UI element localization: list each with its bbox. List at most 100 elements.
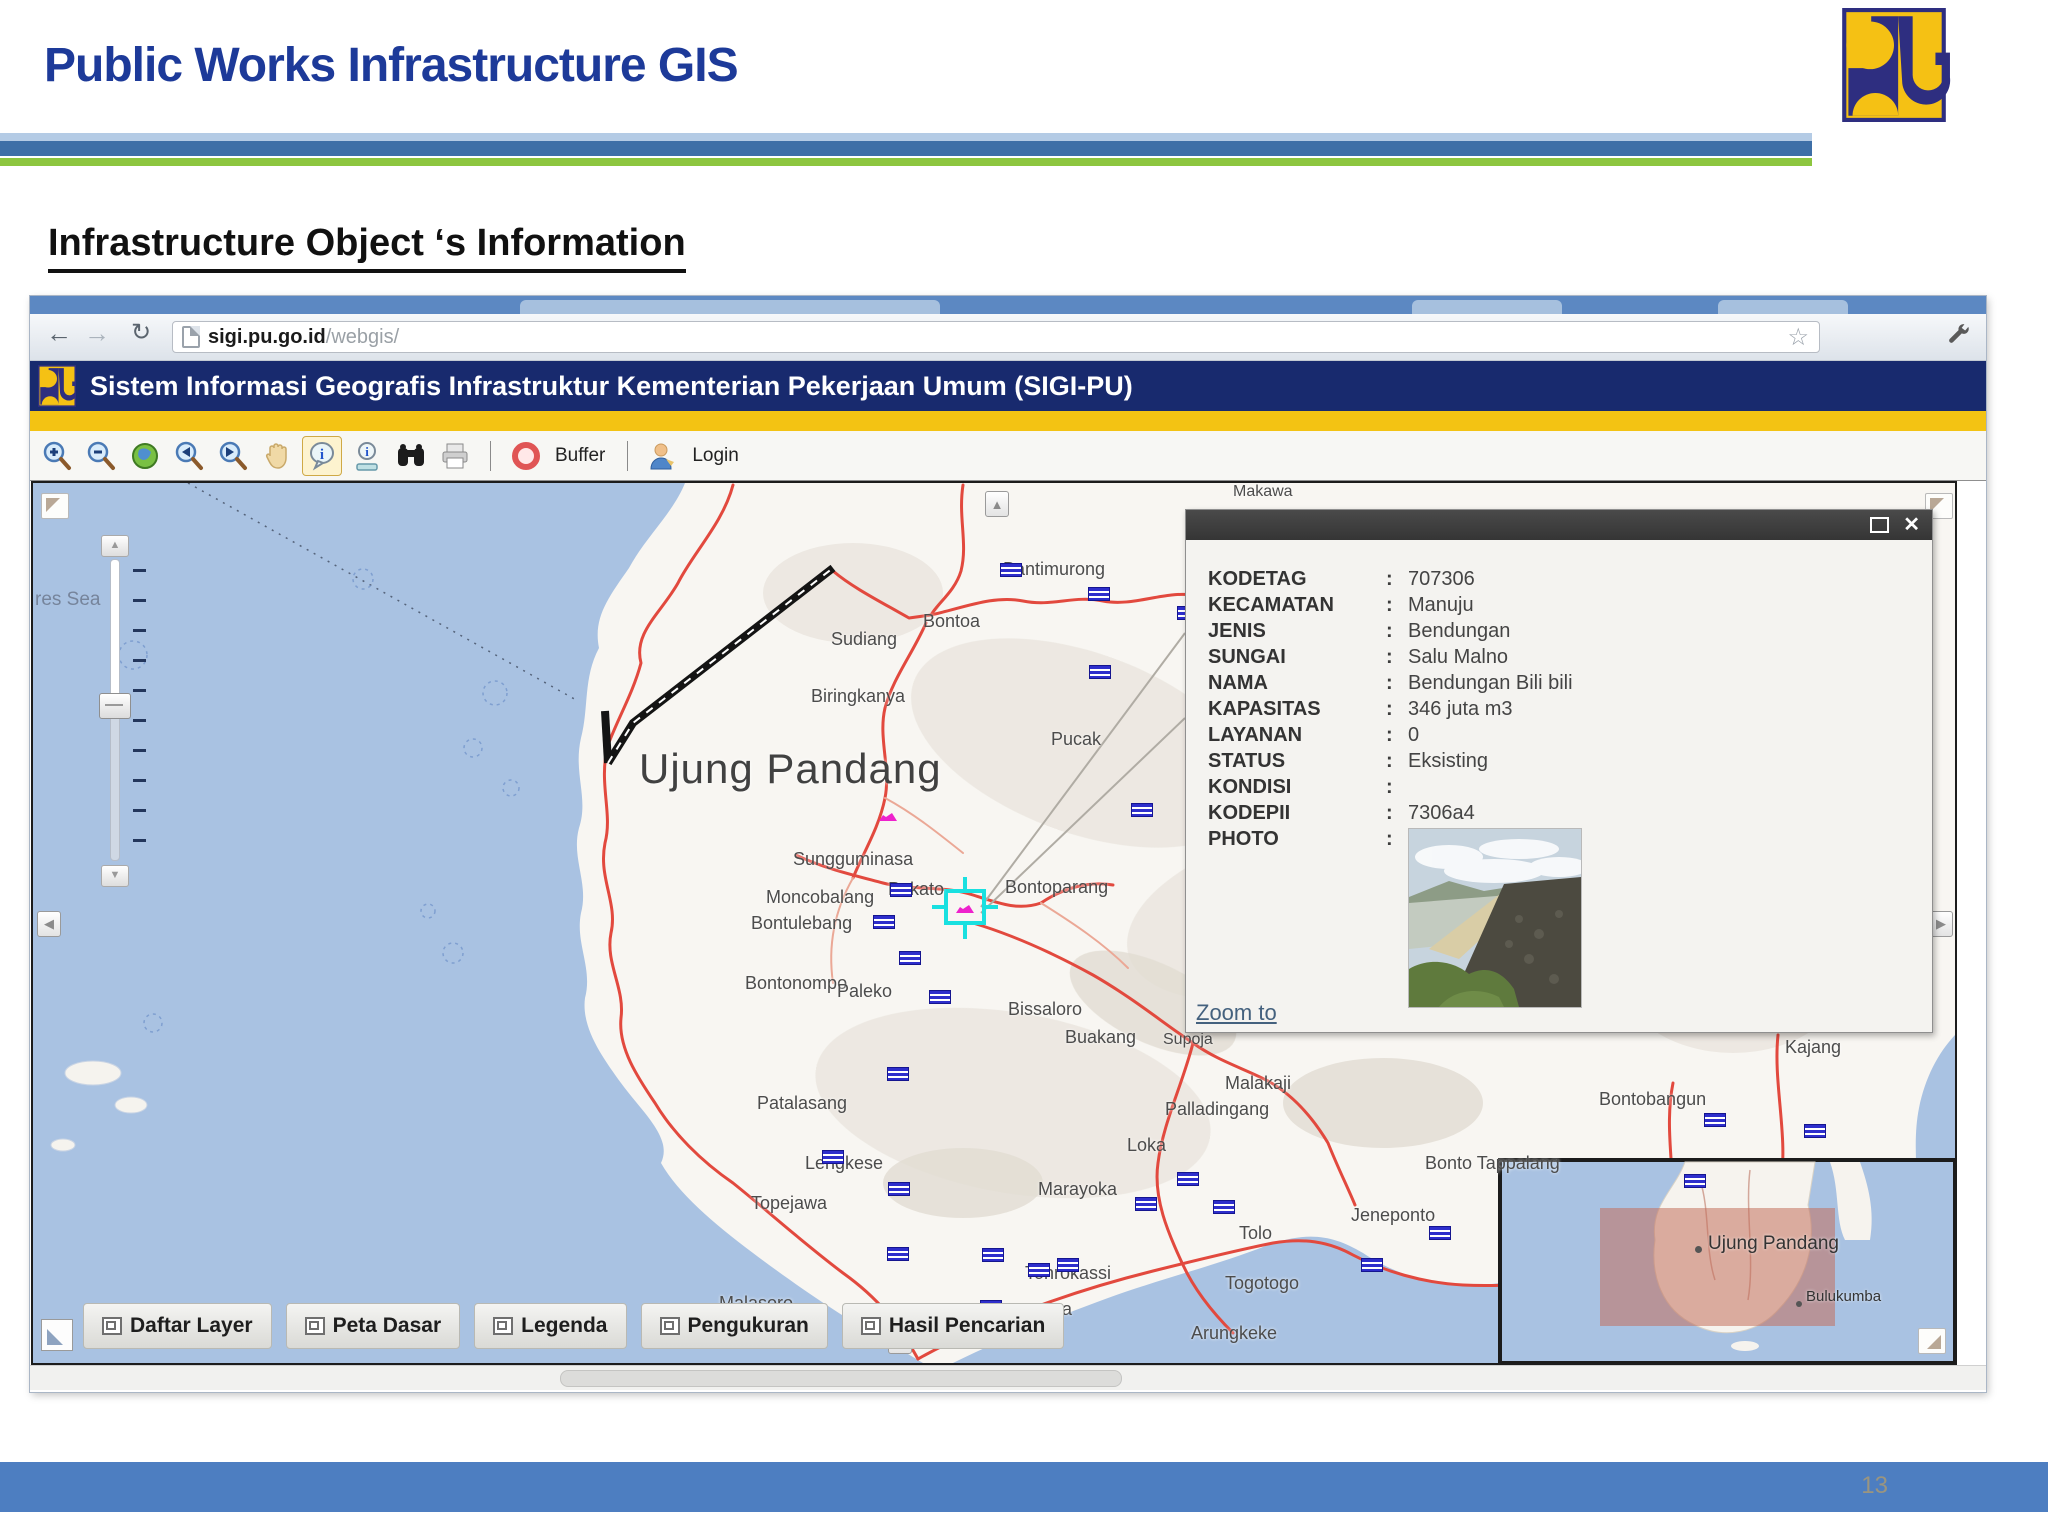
zoom-next-tool-button[interactable] (214, 437, 252, 475)
url-path: /webgis/ (325, 325, 400, 348)
inset-city-dot (1695, 1246, 1702, 1253)
back-button[interactable]: ← (42, 318, 76, 349)
dam-map-icon[interactable] (887, 1247, 909, 1261)
search-binoculars-tool-button[interactable] (392, 437, 430, 475)
pan-up-button[interactable]: ▲ (985, 491, 1009, 517)
full-extent-globe-tool-button[interactable] (126, 437, 164, 475)
forward-button[interactable]: → (80, 318, 114, 349)
inset-extent-rectangle (1600, 1208, 1835, 1326)
dam-map-icon[interactable] (1131, 803, 1153, 817)
map-place-label: Bontoparang (1005, 877, 1109, 897)
bookmark-star-icon[interactable]: ☆ (1787, 323, 1809, 352)
dam-map-icon[interactable] (1213, 1200, 1235, 1214)
browser-tab[interactable] (520, 300, 940, 314)
panel-icon (659, 1317, 680, 1335)
zoom-slider-down-button[interactable]: ▼ (101, 865, 129, 887)
inset-label-ujung-pandang: Ujung Pandang (1708, 1233, 1839, 1254)
dock-button-legenda[interactable]: Legenda (474, 1303, 627, 1349)
map-viewport[interactable]: Ujung Pandang Bulukumba Ujung Pandang re… (31, 481, 1957, 1365)
toolbar-separator (490, 440, 491, 471)
url-host: sigi.pu.go.id (208, 325, 326, 348)
page-title: Public Works Infrastructure GIS (44, 39, 739, 92)
dam-map-icon[interactable] (1028, 1263, 1050, 1277)
dam-map-icon[interactable] (899, 951, 921, 965)
popup-field-row: NAMA: Bendungan Bili bili (1208, 670, 1932, 696)
identify-point-tool-button[interactable]: i (348, 437, 386, 475)
dam-map-icon[interactable] (822, 1150, 844, 1164)
zoom-level-tick (133, 599, 146, 602)
reload-button[interactable]: ↻ (124, 318, 158, 347)
browser-tab[interactable] (1412, 300, 1562, 314)
panel-icon (304, 1317, 325, 1335)
dam-map-icon[interactable] (1804, 1124, 1826, 1138)
dock-resize-icon[interactable] (41, 1319, 73, 1351)
zoom-previous-tool-button[interactable] (170, 437, 208, 475)
dock-button-label: Legenda (521, 1314, 608, 1337)
dock-button-daftar-layer[interactable]: Daftar Layer (83, 1303, 272, 1349)
field-label: SUNGAI (1208, 646, 1286, 668)
dam-map-icon[interactable] (982, 1248, 1004, 1262)
map-place-label: Paleko (837, 981, 893, 1001)
popup-close-icon[interactable]: ✕ (1903, 515, 1920, 535)
popup-field-row: KODEPII:7306a4 (1208, 800, 1932, 826)
browser-menu-wrench-icon[interactable] (1946, 323, 1972, 349)
dam-map-icon[interactable] (1177, 1172, 1199, 1186)
zoom-slider-up-button[interactable]: ▲ (101, 535, 129, 557)
dam-map-icon[interactable] (1429, 1226, 1451, 1240)
field-colon: : (1386, 802, 1393, 824)
buffer-tool-button[interactable] (507, 437, 545, 475)
field-label: KECAMATAN (1208, 594, 1334, 616)
field-label: KODEPII (1208, 802, 1291, 824)
field-label: JENIS (1208, 620, 1266, 642)
dam-map-icon[interactable] (887, 1067, 909, 1081)
dock-button-pengukuran[interactable]: Pengukuran (640, 1303, 828, 1349)
identify-tool-button[interactable]: i (302, 435, 342, 476)
zoom-in-tool-button[interactable] (38, 437, 76, 475)
map-place-label: Supoja (1163, 1031, 1213, 1048)
dam-map-icon[interactable] (873, 915, 895, 929)
zoom-level-tick (133, 749, 146, 752)
horizontal-scrollbar[interactable] (30, 1365, 1986, 1390)
dam-map-icon[interactable] (1089, 665, 1111, 679)
dock-button-label: Peta Dasar (332, 1314, 442, 1337)
field-colon: : (1386, 568, 1393, 590)
map-place-label: Patalasang (757, 1093, 848, 1113)
url-omnibox[interactable]: sigi.pu.go.id/webgis/ ☆ (172, 321, 1820, 353)
dam-map-icon[interactable] (929, 990, 951, 1004)
pan-northwest-button[interactable] (41, 493, 69, 519)
browser-tab[interactable] (1718, 300, 1848, 314)
dam-map-icon[interactable] (1000, 563, 1022, 577)
zoom-to-link[interactable]: Zoom to (1196, 1000, 1277, 1026)
popup-field-row: PHOTO: (1208, 826, 1932, 1008)
map-place-label: Togotogo (1225, 1273, 1300, 1293)
popup-maximize-icon[interactable] (1870, 517, 1890, 533)
scrollbar-thumb[interactable] (560, 1370, 1122, 1387)
print-tool-button[interactable] (436, 437, 474, 475)
dam-map-icon[interactable] (1361, 1258, 1383, 1272)
zoom-level-tick (133, 839, 146, 842)
dam-map-icon[interactable] (1135, 1197, 1157, 1211)
popup-title-bar[interactable]: ✕ (1186, 510, 1932, 540)
dock-button-hasil-pencarian[interactable]: Hasil Pencarian (841, 1303, 1065, 1349)
dam-map-icon[interactable] (1057, 1258, 1079, 1272)
dam-map-icon[interactable] (888, 1182, 910, 1196)
map-place-label: Lengkese (805, 1153, 884, 1173)
field-label: KAPASITAS (1208, 698, 1321, 720)
dam-map-icon[interactable] (1088, 587, 1110, 601)
pan-left-button[interactable]: ◀ (37, 911, 61, 937)
popup-body: KODETAG:707306 KECAMATAN: Manuju JENIS: Bend… (1186, 540, 1932, 1008)
title-divider-green (0, 158, 1812, 166)
dam-map-icon[interactable] (890, 883, 912, 897)
login-tool-button[interactable] (644, 437, 682, 475)
pan-hand-tool-button[interactable] (258, 437, 296, 475)
zoom-out-tool-button[interactable] (82, 437, 120, 475)
dam-photo (1408, 828, 1582, 1008)
zoom-slider-handle[interactable] (99, 693, 131, 719)
inset-toggle-button[interactable] (1918, 1328, 1946, 1354)
dock-button-peta-dasar[interactable]: Peta Dasar (285, 1303, 461, 1349)
map-place-label: Sungguminasa (793, 849, 914, 869)
dam-map-icon[interactable] (1684, 1174, 1706, 1188)
popup-field-row: LAYANAN:0 (1208, 722, 1932, 748)
map-toolbar: i i Buffer Login (30, 431, 1986, 481)
dam-map-icon[interactable] (1704, 1113, 1726, 1127)
